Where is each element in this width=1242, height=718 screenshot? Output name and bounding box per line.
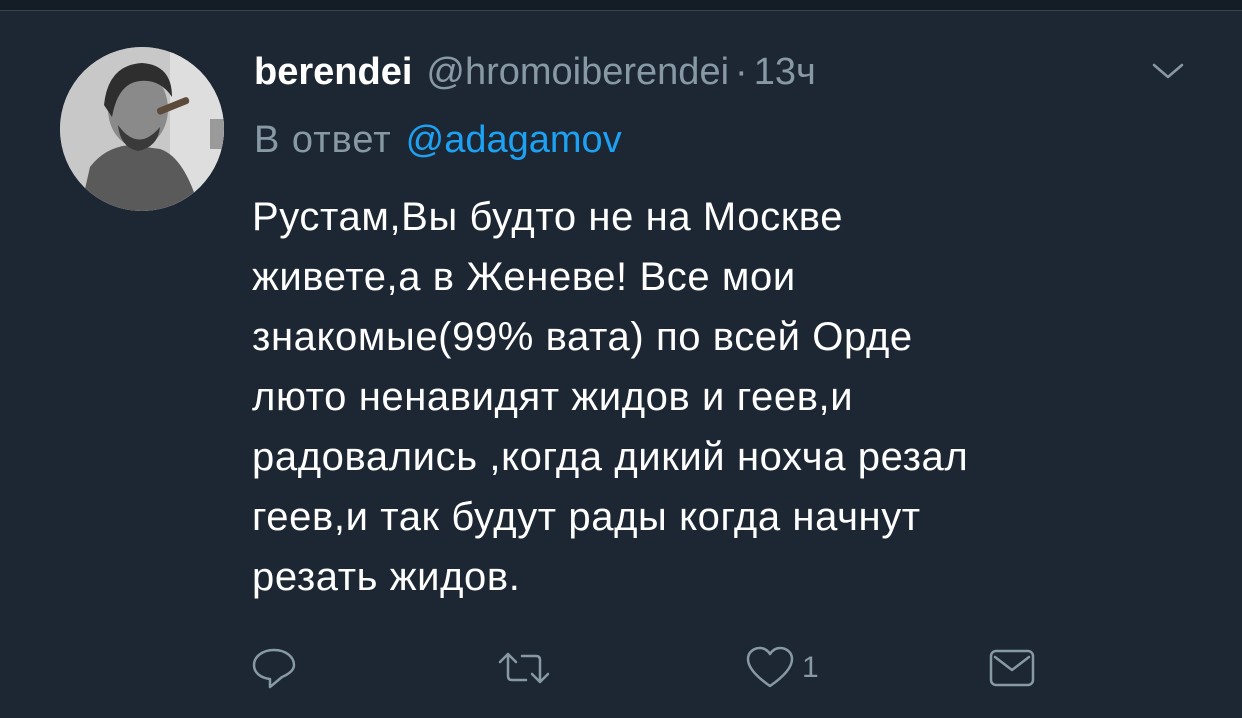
like-count: 1: [802, 651, 819, 684]
header-separator: ·: [735, 51, 748, 93]
tweet-timestamp[interactable]: 13ч: [754, 48, 816, 96]
like-button[interactable]: 1: [744, 640, 819, 696]
author-name[interactable]: berendei: [254, 48, 412, 96]
tweet-actions: 1: [0, 640, 1242, 696]
top-divider: [0, 0, 1242, 11]
reply-button[interactable]: [248, 640, 300, 696]
reply-prefix: В ответ: [254, 119, 392, 161]
reply-icon: [252, 648, 296, 689]
heart-icon: [746, 646, 794, 688]
retweet-button[interactable]: [496, 640, 552, 696]
reply-mention-link[interactable]: @adagamov: [406, 119, 622, 161]
author-handle[interactable]: @hromoiberendei: [426, 48, 729, 96]
tweet-text-line: живете,а в Женеве! Все мои: [252, 255, 796, 299]
envelope-icon: [989, 649, 1035, 687]
chevron-down-icon: [1152, 63, 1184, 79]
tweet-menu-button[interactable]: [1148, 56, 1188, 86]
tweet-text: Рустам,Вы будто не на Москве живете,а в …: [252, 187, 1212, 607]
retweet-icon: [498, 652, 550, 684]
avatar-photo: [60, 47, 224, 211]
tweet-text-line: геев,и так будут рады когда начнут: [252, 495, 921, 539]
tweet-text-line: радовались ,когда дикий нохча резал: [252, 435, 969, 479]
tweet-text-line: люто ненавидят жидов и геев,и: [252, 375, 854, 419]
tweet-text-line: знакомые(99% вата) по всей Орде: [252, 315, 913, 359]
tweet-text-line: Рустам,Вы будто не на Москве: [252, 195, 844, 239]
direct-message-button[interactable]: [988, 640, 1036, 696]
avatar[interactable]: [60, 47, 224, 211]
reply-context: В ответ @adagamov: [254, 116, 622, 164]
tweet-text-line: резать жидов.: [252, 555, 521, 599]
tweet-header: berendei @hromoiberendei · 13ч: [254, 48, 816, 96]
